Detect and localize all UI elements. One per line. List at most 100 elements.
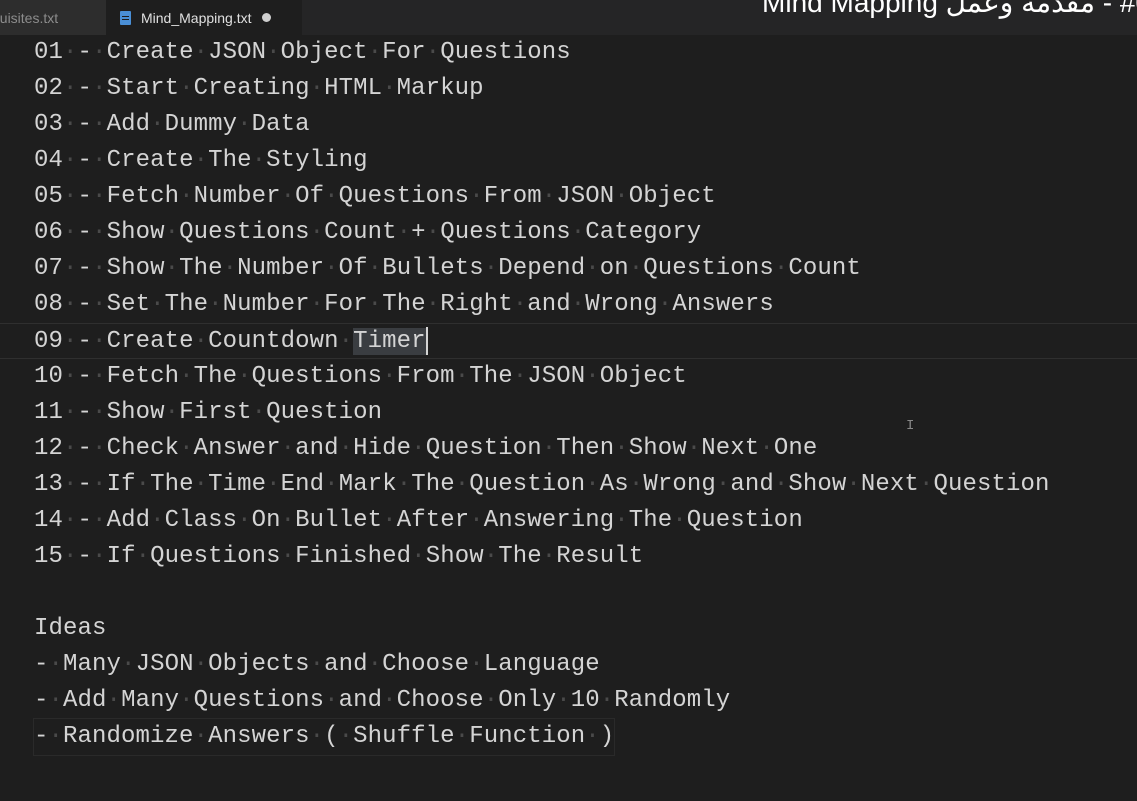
editor-line[interactable]: 03·-·Add·Dummy·Data (0, 107, 1137, 143)
editor-line[interactable]: 11·-·Show·First·Question (0, 395, 1137, 431)
whitespace-marker: · (715, 471, 731, 498)
whitespace-marker: · (614, 183, 629, 210)
whitespace-marker: · (237, 507, 252, 534)
whitespace-marker: · (92, 435, 107, 462)
editor-line[interactable]: -·Add·Many·Questions·and·Choose·Only·10·… (0, 683, 1137, 719)
editor-line[interactable]: 05·-·Fetch·Number·Of·Questions·From·JSON… (0, 179, 1137, 215)
whitespace-marker: · (280, 183, 296, 210)
editor-line[interactable]: 13·-·If·The·Time·End·Mark·The·Question·A… (0, 467, 1137, 503)
editor-line[interactable]: 14·-·Add·Class·On·Bullet·After·Answering… (0, 503, 1137, 539)
editor-line[interactable]: 12·-·Check·Answer·and·Hide·Question·Then… (0, 431, 1137, 467)
line-text: 11·-·Show·First·Question (34, 399, 383, 426)
whitespace-marker: · (425, 219, 441, 246)
text-editor[interactable]: 01·-·Create·JSON·Object·For·Questions 02·… (0, 35, 1137, 801)
whitespace-marker: · (135, 543, 151, 570)
tab-mind-mapping[interactable]: Mind_Mapping.txt (106, 0, 302, 35)
mouse-ibeam-icon: I (906, 418, 915, 434)
whitespace-marker: · (237, 111, 252, 138)
editor-line[interactable] (0, 575, 1137, 611)
editor-line[interactable]: 07·-·Show·The·Number·Of·Bullets·Depend·o… (0, 251, 1137, 287)
whitespace-marker: · (92, 399, 107, 426)
whitespace-marker: · (266, 39, 281, 66)
editor-line[interactable]: 10·-·Fetch·The·Questions·From·The·JSON·O… (0, 359, 1137, 395)
whitespace-marker: · (672, 507, 687, 534)
whitespace-marker: · (367, 39, 383, 66)
editor-line[interactable]: 09·-·Create·Countdown·Timer (0, 323, 1137, 359)
whitespace-marker: · (469, 507, 484, 534)
whitespace-marker: · (382, 75, 397, 102)
whitespace-marker: · (63, 183, 78, 210)
whitespace-marker: · (628, 471, 644, 498)
whitespace-marker: · (454, 723, 470, 750)
whitespace-marker: · (63, 435, 78, 462)
whitespace-marker: · (585, 255, 600, 282)
editor-line[interactable]: 15·-·If·Questions·Finished·Show·The·Resu… (0, 539, 1137, 575)
line-text: 05·-·Fetch·Number·Of·Questions·From·JSON… (34, 183, 716, 210)
line-text: 07·-·Show·The·Number·Of·Bullets·Depend·o… (34, 255, 861, 282)
line-text: Ideas (34, 615, 107, 642)
editor-line[interactable]: 04·-·Create·The·Styling (0, 143, 1137, 179)
whitespace-marker: · (918, 471, 934, 498)
whitespace-marker: · (382, 363, 397, 390)
whitespace-marker: · (454, 363, 470, 390)
whitespace-marker: · (338, 435, 354, 462)
unsaved-dot-icon[interactable] (261, 13, 271, 22)
line-text: 14·-·Add·Class·On·Bullet·After·Answering… (34, 507, 803, 534)
whitespace-marker: · (469, 651, 484, 678)
editor-line[interactable]: -·Many·JSON·Objects·and·Choose·Language (0, 647, 1137, 683)
whitespace-marker: · (92, 147, 107, 174)
whitespace-marker: · (686, 435, 702, 462)
line-text: 08·-·Set·The·Number·For·The·Right·and·Wr… (34, 291, 774, 318)
whitespace-marker: · (324, 687, 339, 714)
whitespace-marker: · (280, 543, 296, 570)
whitespace-marker: · (324, 255, 339, 282)
whitespace-marker: · (309, 651, 325, 678)
whitespace-marker: · (193, 651, 209, 678)
whitespace-marker: · (179, 687, 194, 714)
editor-line[interactable]: 02·-·Start·Creating·HTML·Markup (0, 71, 1137, 107)
whitespace-marker: · (396, 219, 412, 246)
editor-line[interactable]: 06·-·Show·Questions·Count·+·Questions·Ca… (0, 215, 1137, 251)
whitespace-marker: · (208, 291, 223, 318)
whitespace-marker: · (63, 75, 78, 102)
whitespace-marker: · (193, 328, 209, 355)
whitespace-marker: · (63, 39, 78, 66)
whitespace-marker: · (251, 399, 267, 426)
whitespace-marker: · (63, 328, 78, 355)
whitespace-marker: · (309, 723, 325, 750)
editor-line[interactable]: -·Randomize·Answers·(·Shuffle·Function·) (0, 718, 1137, 756)
editor-line[interactable]: Ideas (0, 611, 1137, 647)
whitespace-marker: · (251, 147, 267, 174)
editor-line[interactable]: 01·-·Create·JSON·Object·For·Questions (0, 35, 1137, 71)
whitespace-marker: · (179, 363, 194, 390)
whitespace-marker: · (309, 291, 325, 318)
whitespace-marker: · (222, 255, 238, 282)
selected-text: Timer (353, 328, 426, 355)
whitespace-marker: · (92, 328, 107, 355)
whitespace-marker: · (92, 111, 107, 138)
whitespace-marker: · (48, 687, 64, 714)
line-text: 09·-·Create·Countdown·Timer (34, 326, 428, 355)
whitespace-marker: · (48, 723, 64, 750)
whitespace-marker: · (179, 183, 194, 210)
whitespace-marker: · (92, 183, 107, 210)
whitespace-marker: · (309, 219, 325, 246)
whitespace-marker: · (411, 543, 426, 570)
whitespace-marker: · (454, 471, 470, 498)
whitespace-marker: · (338, 723, 354, 750)
whitespace-marker: · (599, 687, 615, 714)
editor-line[interactable]: 08·-·Set·The·Number·For·The·Right·and·Wr… (0, 287, 1137, 323)
tab-label: Mind_Mapping.txt (141, 9, 252, 26)
whitespace-marker: · (382, 507, 397, 534)
whitespace-marker: · (150, 507, 165, 534)
whitespace-marker: · (193, 39, 209, 66)
whitespace-marker: · (367, 291, 383, 318)
whitespace-marker: · (164, 219, 180, 246)
whitespace-marker: · (585, 723, 600, 750)
tab-label: quisites.txt (0, 9, 59, 26)
whitespace-marker: · (425, 39, 441, 66)
whitespace-marker: · (657, 291, 673, 318)
whitespace-marker: · (541, 183, 557, 210)
whitespace-marker: · (193, 147, 209, 174)
whitespace-marker: · (63, 255, 78, 282)
